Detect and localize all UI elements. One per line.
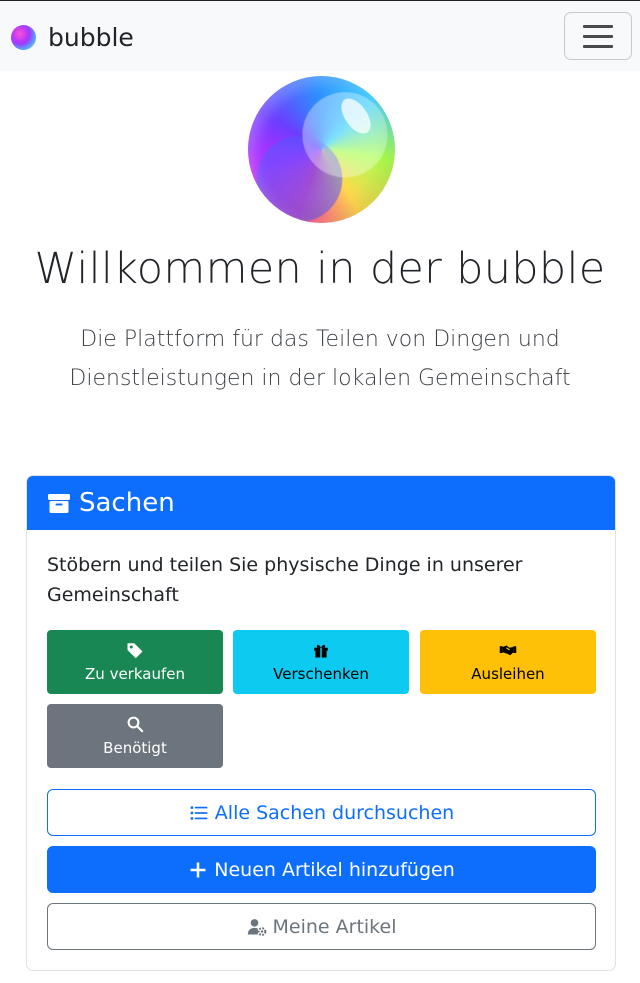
handshake-icon xyxy=(499,645,517,656)
search-icon xyxy=(127,716,144,733)
add-new-item-button[interactable]: Neuen Artikel hinzufügen xyxy=(47,846,596,893)
navbar: bubble xyxy=(0,0,640,71)
category-label: Ausleihen xyxy=(471,665,545,683)
browse-all-label: Alle Sachen durchsuchen xyxy=(214,801,455,824)
category-label: Zu verkaufen xyxy=(85,665,185,683)
sachen-card: Sachen Stöbern und teilen Sie physische … xyxy=(26,475,616,971)
card-header: Sachen xyxy=(27,476,615,530)
card-description: Stöbern und teilen Sie physische Dinge i… xyxy=(47,554,523,606)
category-lend-button[interactable]: Ausleihen xyxy=(420,630,596,694)
browse-all-button[interactable]: Alle Sachen durchsuchen xyxy=(47,789,596,836)
my-items-button[interactable]: Meine Artikel xyxy=(47,903,596,950)
category-label: Verschenken xyxy=(273,665,369,683)
navbar-toggler-button[interactable] xyxy=(564,12,632,60)
user-gear-icon xyxy=(247,918,266,936)
box-icon xyxy=(48,494,70,513)
hero-subtitle: Die Plattform für das Teilen von Dingen … xyxy=(69,327,571,391)
list-icon xyxy=(190,805,208,820)
bubble-logo-icon xyxy=(11,25,36,50)
hamburger-menu-icon xyxy=(583,24,613,28)
card-title: Sachen xyxy=(79,488,175,518)
gift-icon xyxy=(314,644,328,658)
hero-title: Willkommen in der bubble xyxy=(34,244,606,294)
hero-bubble-logo-icon xyxy=(248,76,395,223)
add-new-item-label: Neuen Artikel hinzufügen xyxy=(214,858,455,881)
category-give-away-button[interactable]: Verschenken xyxy=(233,630,409,694)
plus-icon xyxy=(190,862,206,877)
brand-text: bubble xyxy=(48,23,134,52)
category-for-sale-button[interactable]: Zu verkaufen xyxy=(47,630,223,694)
my-items-label: Meine Artikel xyxy=(272,915,397,938)
tag-icon xyxy=(127,643,143,659)
category-needed-button[interactable]: Benötigt xyxy=(47,704,223,768)
category-label: Benötigt xyxy=(103,739,167,757)
navbar-brand[interactable]: bubble xyxy=(11,23,134,52)
